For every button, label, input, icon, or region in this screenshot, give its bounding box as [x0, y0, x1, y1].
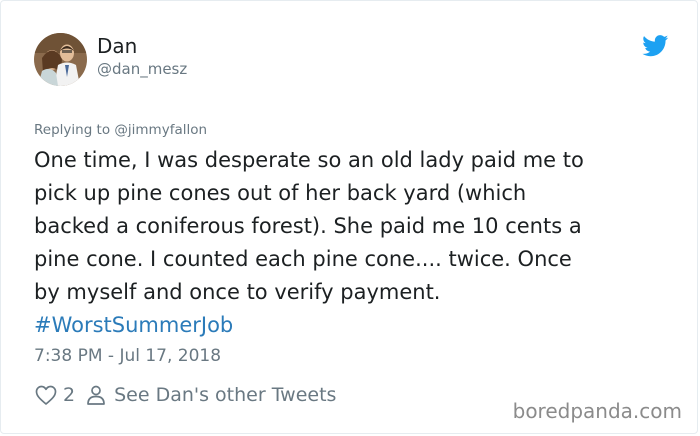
watermark: boredpanda.com	[512, 399, 682, 423]
avatar-photo	[34, 33, 87, 86]
replying-prefix: Replying to	[34, 122, 115, 138]
tweet-text-line: One time, I was desperate so an old lady…	[34, 148, 584, 172]
author-handle[interactable]: @dan_mesz	[97, 60, 187, 78]
heart-icon[interactable]	[34, 383, 58, 407]
tweet-text-line: by myself and once to verify payment.	[34, 280, 441, 304]
hashtag-link[interactable]: #WorstSummerJob	[34, 309, 684, 342]
replying-to: Replying to @jimmyfallon	[34, 122, 207, 138]
avatar[interactable]	[34, 33, 87, 86]
replying-mention-link[interactable]: @jimmyfallon	[114, 122, 207, 138]
author-name[interactable]: Dan	[97, 34, 137, 58]
tweet-text-line: backed a coniferous forest). She paid me…	[34, 214, 582, 238]
tweet-timestamp[interactable]: 7:38 PM - Jul 17, 2018	[34, 346, 221, 366]
tweet-text-line: pine cone. I counted each pine cone.... …	[34, 247, 572, 271]
see-other-tweets-link[interactable]: See Dan's other Tweets	[114, 384, 336, 406]
tweet-card: Dan @dan_mesz Replying to @jimmyfallon O…	[0, 0, 698, 434]
twitter-bird-icon[interactable]	[642, 35, 669, 57]
person-icon	[84, 383, 108, 407]
tweet-actions: 2 See Dan's other Tweets	[34, 382, 336, 408]
tweet-text-line: pick up pine cones out of her back yard …	[34, 181, 527, 205]
tweet-text: One time, I was desperate so an old lady…	[34, 144, 684, 342]
like-count: 2	[63, 384, 76, 406]
